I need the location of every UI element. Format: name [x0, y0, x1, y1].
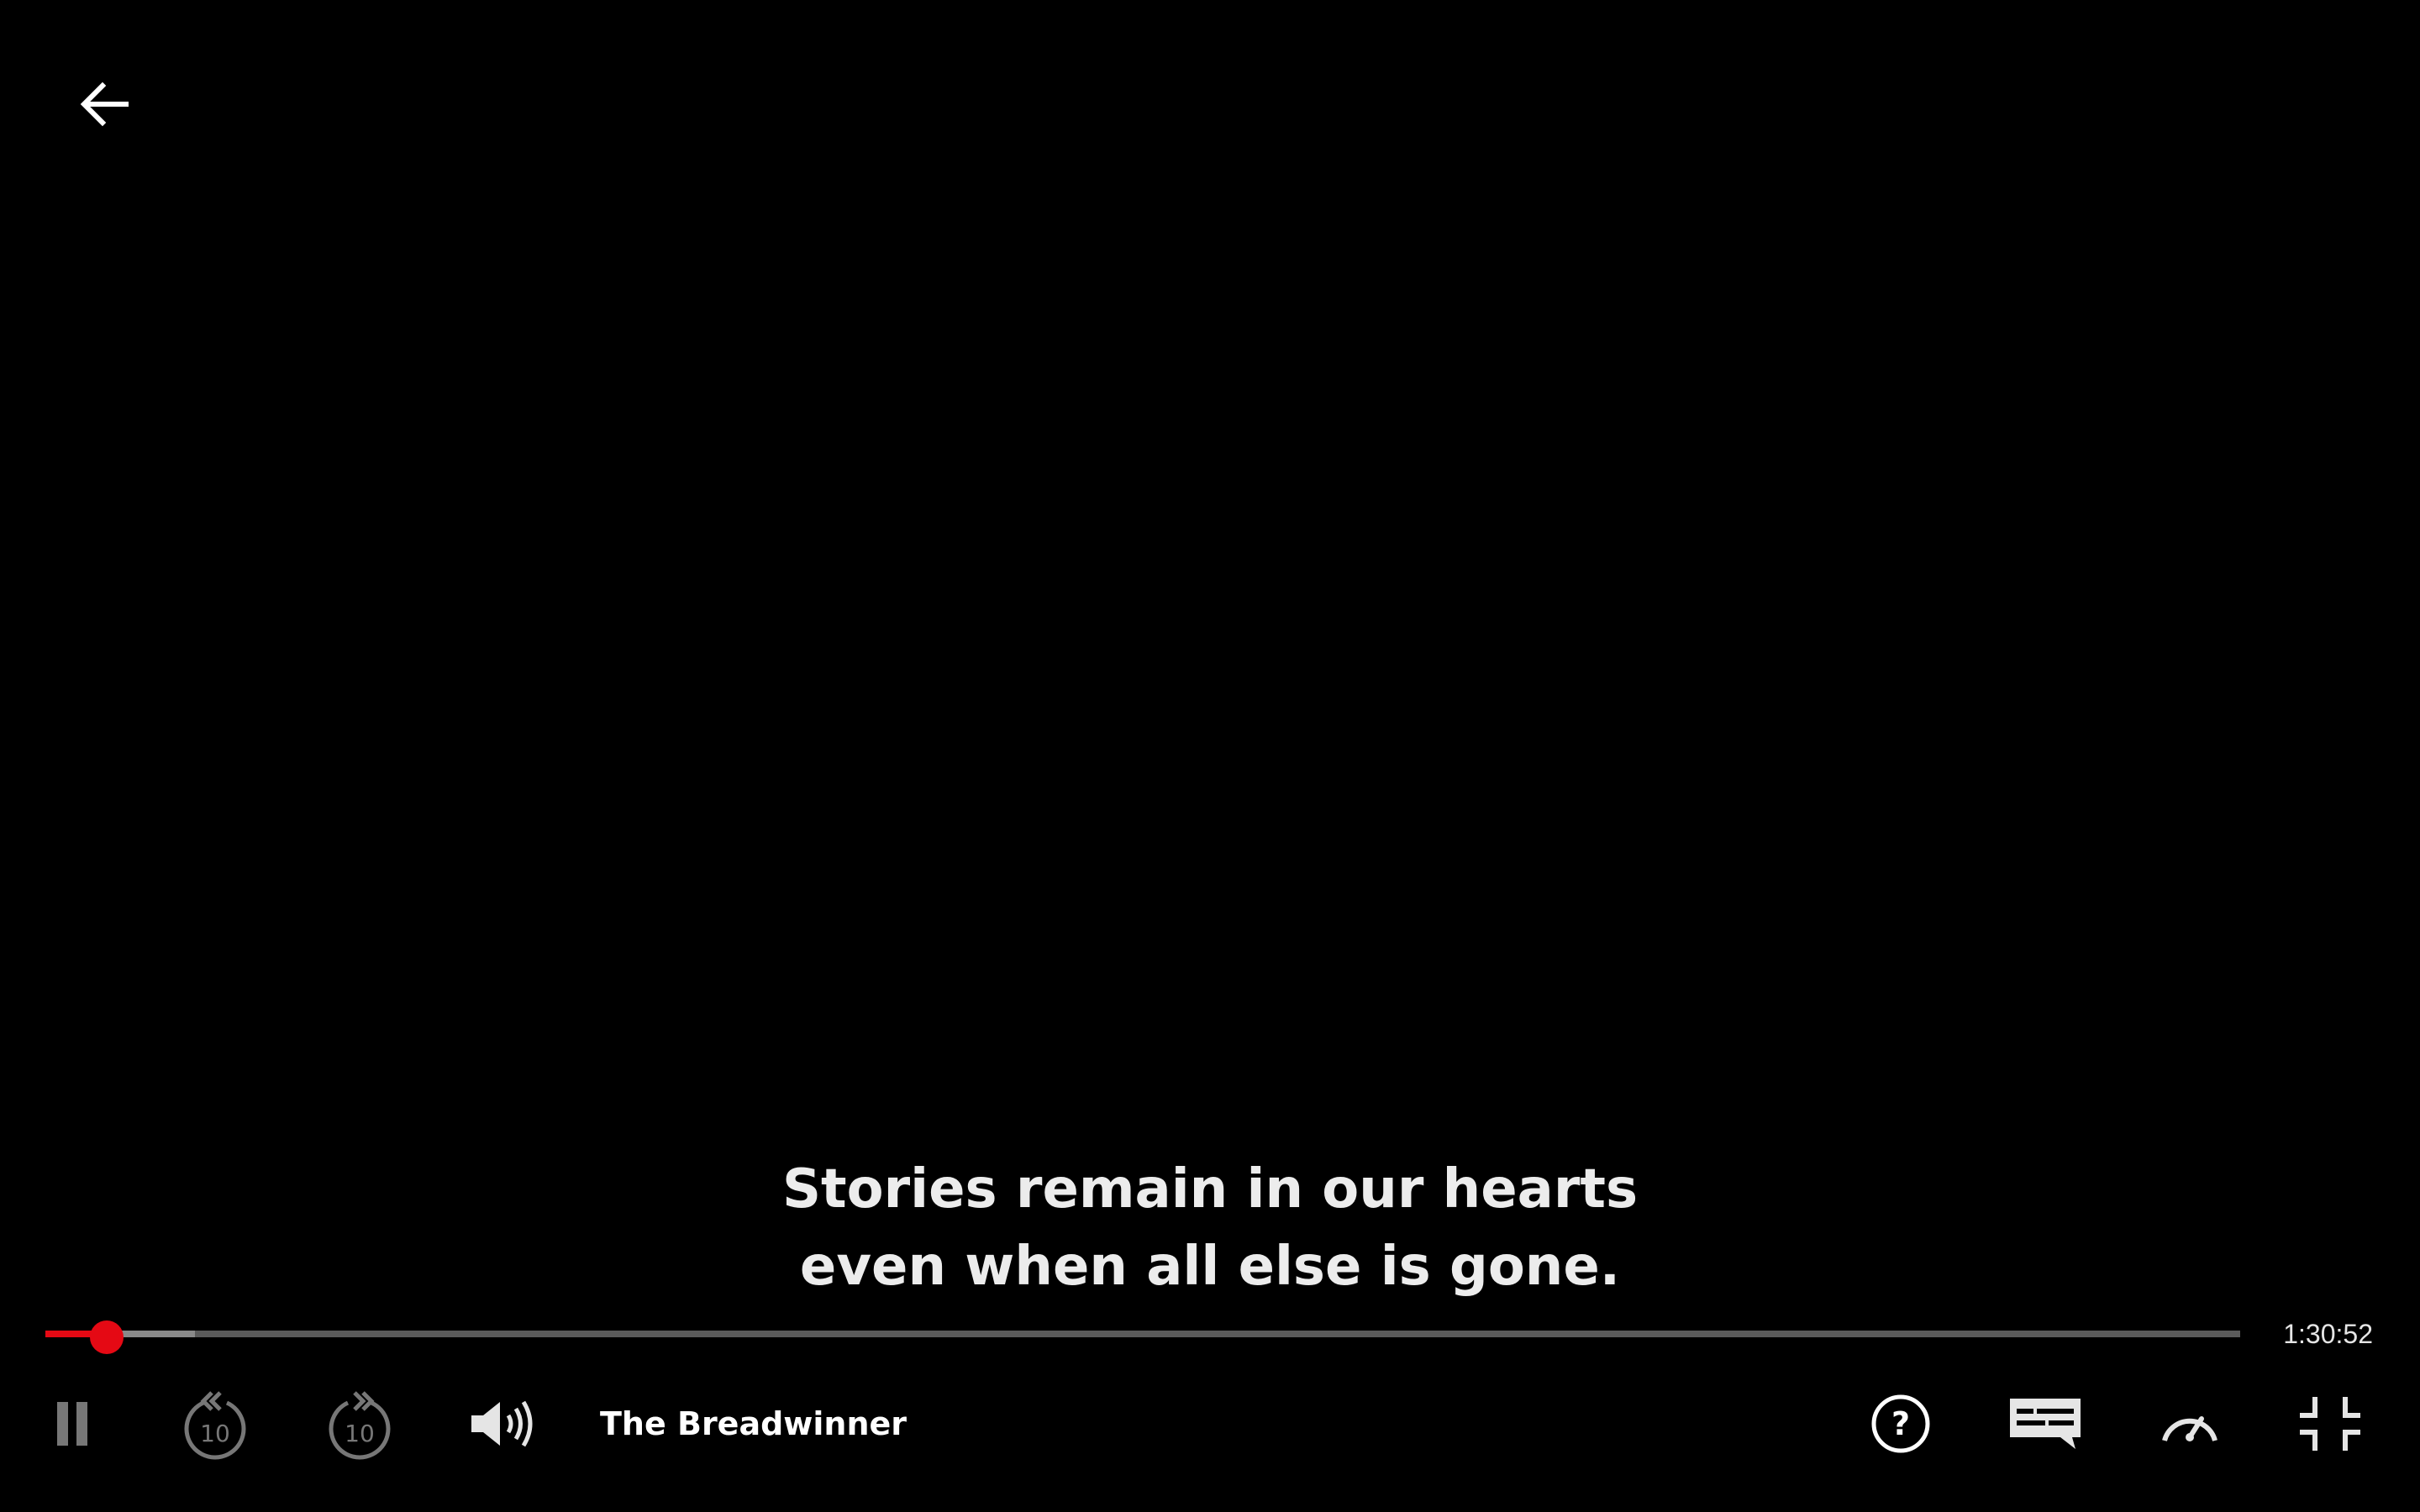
control-bar: 10 10 The Breadwinner ? [0, 1378, 2420, 1470]
pause-icon [57, 1402, 87, 1446]
forward-10-icon: 10 [329, 1391, 391, 1460]
subtitle-text: Stories remain in our hearts even when a… [0, 1151, 2420, 1305]
episode-title: The Breadwinner [600, 1405, 908, 1442]
speedometer-icon [2162, 1416, 2217, 1441]
scrubber-handle[interactable] [90, 1320, 124, 1354]
question-icon: ? [1871, 1394, 1930, 1453]
playback-speed-button[interactable] [2156, 1378, 2223, 1470]
rewind-10-button[interactable]: 10 [176, 1378, 254, 1470]
back-button[interactable] [74, 74, 134, 134]
video-player[interactable]: Stories remain in our hearts even when a… [0, 0, 2420, 1512]
exit-fullscreen-icon [2300, 1397, 2360, 1451]
arrow-left-icon [80, 81, 129, 127]
subtitles-audio-button[interactable] [2005, 1378, 2086, 1470]
svg-text:?: ? [1891, 1405, 1910, 1442]
forward-10-button[interactable]: 10 [321, 1378, 398, 1470]
subtitles-icon [2010, 1399, 2081, 1449]
progress-track[interactable] [45, 1320, 2240, 1354]
svg-text:10: 10 [200, 1420, 230, 1447]
progress-scrubber[interactable] [45, 1320, 2240, 1354]
subtitle-line-2: even when all else is gone. [799, 1236, 1621, 1298]
volume-high-icon [471, 1400, 533, 1447]
time-remaining: 1:30:52 [2283, 1319, 2373, 1349]
svg-text:10: 10 [345, 1420, 375, 1447]
exit-fullscreen-button[interactable] [2292, 1378, 2368, 1470]
volume-button[interactable] [467, 1378, 538, 1470]
subtitle-line-1: Stories remain in our hearts [781, 1158, 1639, 1221]
rewind-10-icon: 10 [184, 1391, 246, 1460]
pause-button[interactable] [47, 1378, 97, 1470]
help-button[interactable]: ? [1867, 1378, 1934, 1470]
